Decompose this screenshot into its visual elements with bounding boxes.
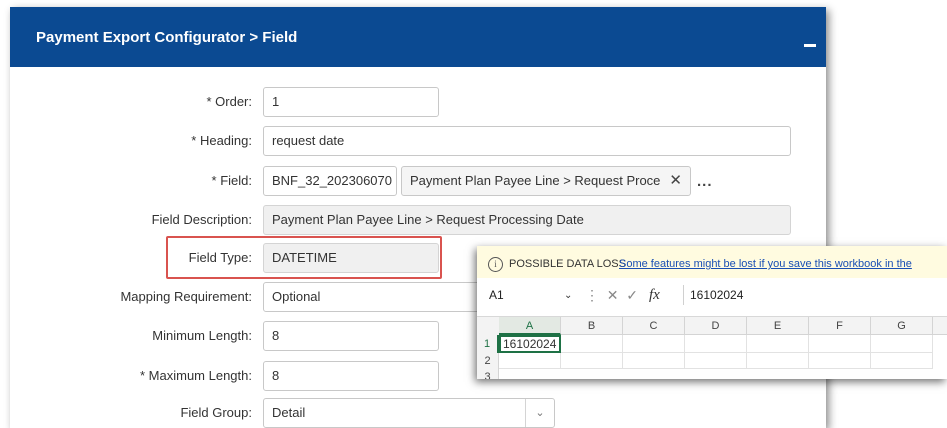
formula-actions: ⋮ ✕ ✓ xyxy=(585,283,638,308)
column-header-h[interactable] xyxy=(933,317,947,335)
function-icon[interactable]: fx xyxy=(649,283,660,308)
close-icon[interactable]: ✕ xyxy=(669,167,682,195)
select-all-corner[interactable] xyxy=(477,317,500,336)
chevron-down-icon[interactable]: ⌄ xyxy=(564,283,572,308)
column-header-c[interactable]: C xyxy=(623,317,685,335)
column-header-d[interactable]: D xyxy=(685,317,747,335)
field-label: * Field: xyxy=(211,173,252,188)
cell-a1[interactable]: 16102024 xyxy=(499,335,561,353)
cell[interactable] xyxy=(499,353,561,369)
field-tag[interactable]: Payment Plan Payee Line > Request Proce … xyxy=(401,166,691,196)
cancel-icon[interactable]: ✕ xyxy=(607,287,619,303)
cell[interactable] xyxy=(747,335,809,353)
warning-message-link[interactable]: Some features might be lost if you save … xyxy=(619,258,912,270)
heading-label: * Heading: xyxy=(191,133,252,148)
cell[interactable] xyxy=(685,353,747,369)
minimize-button[interactable] xyxy=(804,44,816,47)
field-description-row: Field Description: xyxy=(10,205,252,235)
panel-title: Payment Export Configurator > Field xyxy=(36,29,298,46)
cell[interactable] xyxy=(623,353,685,369)
field-row: * Field: xyxy=(10,166,252,196)
chevron-down-icon[interactable]: ⌄ xyxy=(525,399,554,427)
row-header-2[interactable]: 2 xyxy=(477,353,499,369)
formula-separator xyxy=(683,285,684,305)
formula-value[interactable]: 16102024 xyxy=(690,283,743,308)
cell[interactable] xyxy=(747,353,809,369)
cell[interactable] xyxy=(623,335,685,353)
excel-window: i POSSIBLE DATA LOSS Some features might… xyxy=(477,246,947,379)
check-icon[interactable]: ✓ xyxy=(626,287,638,303)
panel-header: Payment Export Configurator > Field xyxy=(10,7,826,67)
field-description-value: Payment Plan Payee Line > Request Proces… xyxy=(263,205,791,235)
formula-bar: A1 ⌄ ⋮ ✕ ✓ fx 16102024 xyxy=(477,278,947,317)
cell[interactable] xyxy=(561,335,623,353)
minimum-length-row: Minimum Length: xyxy=(10,321,252,351)
field-group-row: Field Group: xyxy=(10,398,252,428)
column-header-e[interactable]: E xyxy=(747,317,809,335)
column-header-g[interactable]: G xyxy=(871,317,933,335)
order-input[interactable]: 1 xyxy=(263,87,439,117)
mapping-requirement-row: Mapping Requirement: xyxy=(10,282,252,312)
cell[interactable] xyxy=(871,353,933,369)
cell[interactable] xyxy=(561,353,623,369)
warning-title: POSSIBLE DATA LOSS xyxy=(509,258,626,270)
more-icon[interactable]: ⋮ xyxy=(585,287,599,303)
minimum-length-label: Minimum Length: xyxy=(152,328,252,343)
row-header-1[interactable]: 1 xyxy=(477,335,499,353)
order-label: * Order: xyxy=(206,94,252,109)
spreadsheet-grid: A B C D E F G 1 2 3 16102024 xyxy=(477,317,947,379)
column-header-b[interactable]: B xyxy=(561,317,623,335)
info-icon: i xyxy=(488,257,503,272)
heading-input[interactable]: request date xyxy=(263,126,791,156)
data-loss-warning-bar: i POSSIBLE DATA LOSS Some features might… xyxy=(477,246,947,279)
row-header-3[interactable]: 3 xyxy=(477,369,499,379)
field-group-label: Field Group: xyxy=(180,405,252,420)
maximum-length-row: * Maximum Length: xyxy=(10,361,252,391)
order-row: * Order: xyxy=(10,87,252,117)
cell[interactable] xyxy=(809,335,871,353)
field-tag-label: Payment Plan Payee Line > Request Proce xyxy=(410,173,661,188)
column-header-f[interactable]: F xyxy=(809,317,871,335)
minimum-length-input[interactable]: 8 xyxy=(263,321,439,351)
field-group-value: Detail xyxy=(272,405,306,420)
field-input[interactable]: BNF_32_202306070 xyxy=(263,166,397,196)
mapping-requirement-label: Mapping Requirement: xyxy=(120,289,252,304)
heading-row: * Heading: xyxy=(10,126,252,156)
maximum-length-input[interactable]: 8 xyxy=(263,361,439,391)
cell[interactable] xyxy=(685,335,747,353)
maximum-length-label: * Maximum Length: xyxy=(140,368,252,383)
field-type-highlight xyxy=(166,236,442,279)
cell[interactable] xyxy=(809,353,871,369)
column-header-a[interactable]: A xyxy=(499,317,561,335)
cell[interactable] xyxy=(871,335,933,353)
field-description-label: Field Description: xyxy=(151,212,252,227)
field-group-select[interactable]: Detail ⌄ xyxy=(263,398,555,428)
name-box[interactable]: A1 xyxy=(481,283,577,308)
more-options-button[interactable]: ... xyxy=(697,173,713,190)
